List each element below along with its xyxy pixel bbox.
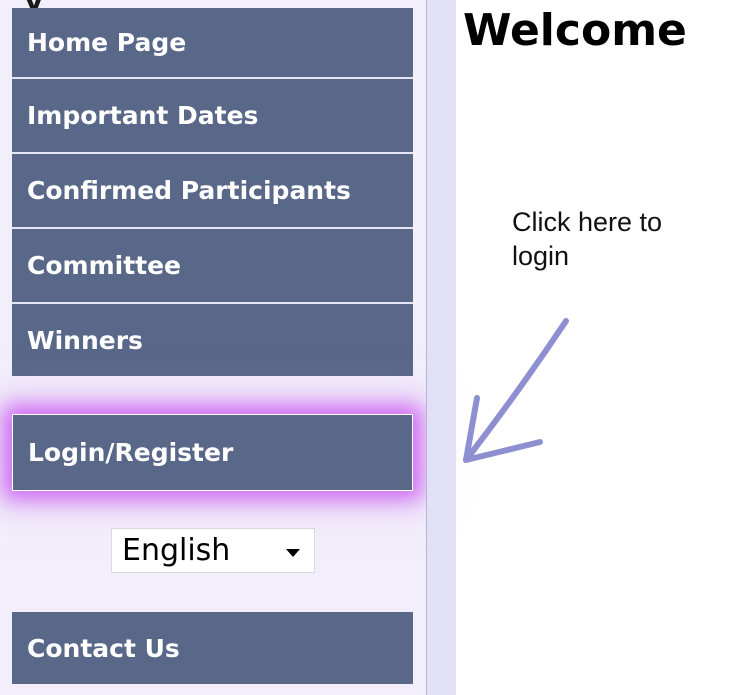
sidebar: y Home Page Important Dates Confirmed Pa… [0,0,426,695]
language-select-value: English [122,533,231,568]
column-divider [426,0,456,695]
arrow-head-lower [463,439,543,463]
nav-item-contact-us[interactable]: Contact Us [12,612,413,684]
login-hint-line-2: login [512,241,570,271]
page: y Home Page Important Dates Confirmed Pa… [0,0,736,695]
nav-item-confirmed-participants[interactable]: Confirmed Participants [12,154,413,229]
nav-item-committee[interactable]: Committee [12,229,413,304]
arrow-shaft [463,318,569,463]
language-select[interactable]: English [111,528,315,573]
caret-down-icon [286,548,300,557]
login-register-button[interactable]: Login/Register [12,414,413,491]
page-title: Welcome [463,5,687,56]
login-hint-line-1: Click here to [512,207,663,237]
login-hint-text: Click here to login [512,205,722,273]
arrow-head-upper [463,395,480,463]
nav-item-important-dates[interactable]: Important Dates [12,79,413,154]
nav-item-home[interactable]: Home Page [12,8,413,79]
nav-item-winners[interactable]: Winners [12,304,413,376]
